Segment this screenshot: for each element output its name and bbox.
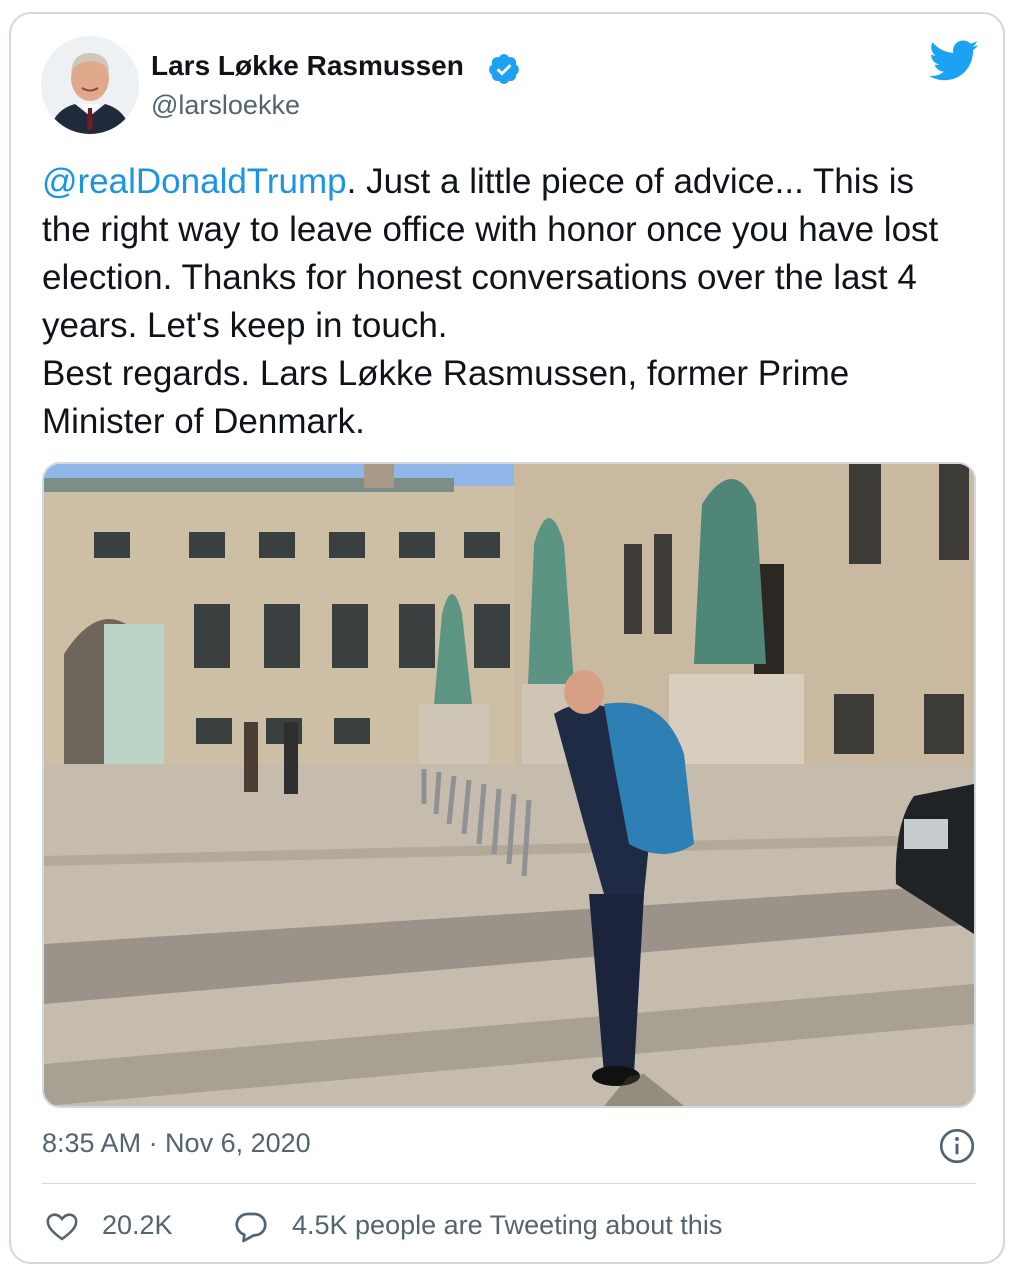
tweet-card[interactable]: Lars Løkke Rasmussen @larsloekke @realDo…: [9, 12, 1005, 1264]
author-avatar[interactable]: [41, 36, 139, 134]
divider: [42, 1183, 976, 1184]
info-icon[interactable]: [939, 1128, 975, 1164]
tweet-text-paragraph-2: Best regards. Lars Løkke Rasmussen, form…: [42, 354, 850, 441]
mention-link[interactable]: @realDonaldTrump: [42, 162, 347, 201]
heart-icon[interactable]: [45, 1210, 79, 1242]
tweet-text-paragraph-1: @realDonaldTrump. Just a little piece of…: [42, 158, 972, 350]
reply-bubble-icon[interactable]: [233, 1209, 269, 1243]
author-name[interactable]: Lars Løkke Rasmussen: [151, 50, 464, 82]
tweeting-about-link[interactable]: 4.5K people are Tweeting about this: [292, 1210, 722, 1241]
tweet-text: @realDonaldTrump. Just a little piece of…: [42, 158, 972, 446]
like-count[interactable]: 20.2K: [102, 1210, 173, 1241]
tweet-timestamp[interactable]: 8:35 AM · Nov 6, 2020: [42, 1128, 311, 1159]
twitter-bird-icon[interactable]: [929, 40, 979, 82]
tweet-photo[interactable]: [42, 462, 976, 1108]
verified-badge-icon: [489, 54, 519, 84]
author-handle[interactable]: @larsloekke: [151, 90, 300, 121]
avatar-photo: [41, 36, 139, 134]
courtyard-photo: [44, 464, 974, 1106]
